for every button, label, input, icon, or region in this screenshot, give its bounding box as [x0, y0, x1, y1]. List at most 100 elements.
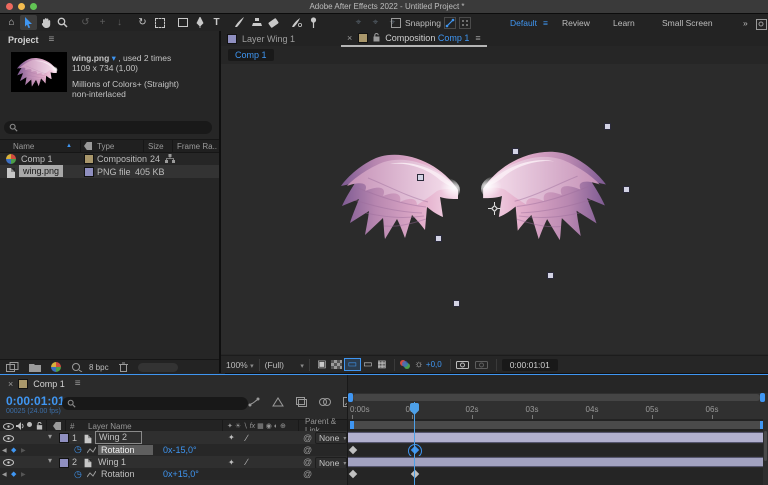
layer-handle[interactable]: [547, 272, 554, 279]
close-tab-icon[interactable]: ×: [347, 33, 352, 43]
property-name[interactable]: Rotation: [98, 445, 153, 455]
layer-row-wing2[interactable]: ▾ 1 Wing 2 ✦ ∕ @ None ▾: [0, 431, 347, 444]
timeline-tab-comp1[interactable]: Comp 1: [33, 379, 65, 389]
breadcrumb-comp1[interactable]: Comp 1: [228, 49, 274, 61]
keyframe-icon[interactable]: [348, 469, 358, 479]
pickwhip-icon[interactable]: @: [303, 469, 312, 479]
rotation-tool[interactable]: ↻: [134, 15, 151, 30]
vertical-scrollbar[interactable]: [763, 419, 768, 485]
footage-caret-icon[interactable]: ▾: [112, 53, 116, 63]
zoom-tool[interactable]: [54, 15, 71, 30]
graph-editor-icon[interactable]: [87, 471, 96, 478]
project-row-wing[interactable]: wing.png PNG file 405 KB: [0, 165, 219, 178]
workspace-tab-default[interactable]: Default: [510, 18, 537, 28]
axis-mode-local-icon[interactable]: ⌖: [350, 15, 367, 30]
track-row-rotation-2[interactable]: [348, 468, 768, 480]
layer-handle[interactable]: [435, 235, 442, 242]
track-row-wing2[interactable]: [348, 431, 768, 444]
track-row-wing1[interactable]: [348, 456, 768, 468]
keyframe-icon[interactable]: [348, 445, 358, 455]
mask-visibility-icon[interactable]: ▭: [343, 358, 361, 371]
eye-icon[interactable]: [3, 435, 14, 442]
workspace-tab-review[interactable]: Review: [562, 18, 590, 28]
project-panel-tab[interactable]: Project: [8, 35, 39, 45]
preview-quality-icon[interactable]: ▣: [315, 357, 329, 372]
axis-mode-world-icon[interactable]: ⌖: [367, 15, 384, 30]
work-area-bar[interactable]: [350, 421, 764, 429]
rectangle-tool[interactable]: [174, 15, 191, 30]
show-channel-icon[interactable]: [399, 359, 412, 370]
preview-timecode[interactable]: 0:00:01:01: [501, 358, 558, 371]
eye-icon[interactable]: [3, 459, 14, 466]
column-frame-rate[interactable]: Frame Ra..: [177, 142, 217, 151]
time-navigator[interactable]: [348, 393, 768, 402]
dolly-camera-tool[interactable]: ↓: [111, 15, 128, 30]
graph-editor-icon[interactable]: [87, 447, 96, 454]
panel-menu-icon[interactable]: ≡: [49, 34, 55, 45]
bit-depth-label[interactable]: 8 bpc: [89, 363, 109, 372]
hide-shy-layers-icon[interactable]: [296, 397, 307, 407]
layer-label-swatch[interactable]: [59, 458, 69, 468]
quality-switch-icon[interactable]: ∕: [246, 433, 248, 443]
workspace-overflow-button[interactable]: »: [743, 18, 748, 28]
property-value[interactable]: 0x-15,0°: [163, 445, 197, 455]
property-row-rotation-2[interactable]: ◀ ◆ ▶ ◷ Rotation 0x+15,0° @: [0, 468, 347, 480]
pickwhip-icon[interactable]: @: [303, 445, 312, 455]
exposure-gear-icon[interactable]: ☼: [412, 357, 426, 372]
workspace-tab-small-screen[interactable]: Small Screen: [662, 18, 713, 28]
lock-icon[interactable]: [373, 33, 380, 42]
frame-blending-icon[interactable]: [319, 397, 331, 407]
type-tool[interactable]: T: [208, 15, 225, 30]
parent-dropdown[interactable]: None ▾: [315, 432, 347, 444]
pen-tool[interactable]: [191, 15, 208, 30]
shy-switch-icon[interactable]: ✦: [228, 458, 235, 467]
layer-handle[interactable]: [417, 174, 424, 181]
work-area-start-handle[interactable]: [350, 421, 354, 429]
snapshot-camera-icon[interactable]: [455, 360, 469, 369]
interpret-footage-icon[interactable]: [6, 362, 19, 372]
layer-duration-bar[interactable]: [348, 457, 763, 467]
pan-behind-tool[interactable]: [151, 15, 168, 30]
navigator-end-handle[interactable]: [760, 393, 765, 402]
anchor-point-icon[interactable]: [488, 202, 501, 215]
next-keyframe-icon[interactable]: ▶: [21, 471, 26, 478]
region-of-interest-icon[interactable]: ▭: [361, 357, 375, 372]
roto-brush-tool[interactable]: [288, 15, 305, 30]
label-swatch[interactable]: [84, 154, 94, 164]
layer-handle[interactable]: [604, 123, 611, 130]
puppet-pin-tool[interactable]: [305, 15, 322, 30]
stopwatch-icon[interactable]: ◷: [74, 469, 82, 480]
grid-guides-icon[interactable]: ▦: [375, 357, 389, 372]
eraser-tool[interactable]: [265, 15, 282, 30]
project-row-comp1[interactable]: Comp 1 Composition 24: [0, 152, 219, 165]
composition-viewer[interactable]: [221, 64, 768, 354]
next-keyframe-icon[interactable]: ▶: [21, 447, 26, 454]
hand-tool[interactable]: [37, 15, 54, 30]
panel-menu-icon[interactable]: ≡: [75, 378, 81, 389]
orbit-camera-tool[interactable]: ↺: [77, 15, 94, 30]
layer-name[interactable]: Wing 2: [95, 431, 143, 444]
pickwhip-icon[interactable]: @: [303, 433, 312, 443]
layer-handle[interactable]: [623, 186, 630, 193]
expander-icon[interactable]: ▾: [48, 456, 52, 465]
layer-row-wing1[interactable]: ▾ 2 Wing 1 ✦ ∕ @ None ▾: [0, 456, 347, 469]
scrollbar-thumb[interactable]: [764, 431, 767, 461]
project-settings-icon[interactable]: [71, 362, 83, 372]
layer-handle[interactable]: [512, 148, 519, 155]
layer-handle[interactable]: [453, 300, 460, 307]
current-timecode[interactable]: 0:00:01:01: [6, 394, 65, 408]
home-icon[interactable]: ⌂: [3, 15, 20, 30]
keyframe-at-time-icon[interactable]: ◆: [11, 470, 16, 478]
shy-switch-icon[interactable]: ✦: [228, 433, 235, 442]
magnification-dropdown[interactable]: 100% ▾: [226, 360, 254, 370]
brush-tool[interactable]: [231, 15, 248, 30]
sort-ascending-icon[interactable]: ▲: [66, 143, 72, 149]
prev-keyframe-icon[interactable]: ◀: [2, 471, 7, 478]
snapping-checkbox[interactable]: [391, 17, 401, 28]
property-row-rotation-1[interactable]: ◀ ◆ ▶ ◷ Rotation 0x-15,0° @: [0, 444, 347, 456]
resolution-dropdown[interactable]: (Full) ▾: [265, 360, 304, 370]
transparency-grid-icon[interactable]: [330, 360, 342, 369]
panel-menu-icon[interactable]: ≡: [475, 33, 480, 43]
new-folder-icon[interactable]: [29, 363, 41, 372]
clone-stamp-tool[interactable]: [248, 15, 265, 30]
